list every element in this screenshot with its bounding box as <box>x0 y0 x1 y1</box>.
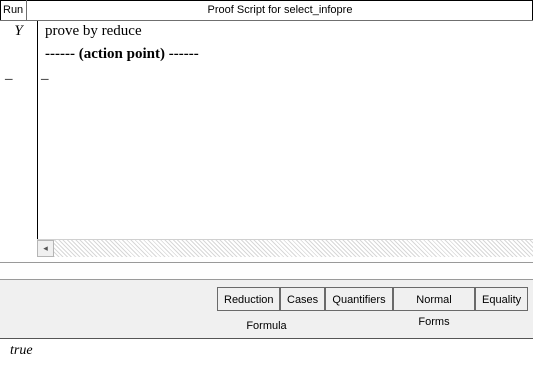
run-mark-pending[interactable]: – <box>0 71 42 88</box>
formula-label: Formula <box>246 320 287 332</box>
formula-display[interactable] <box>0 339 533 383</box>
proof-script-editor[interactable]: prove by reduce ------ (action point) --… <box>38 21 533 239</box>
cases-button[interactable]: Cases <box>280 287 325 311</box>
quantifiers-button[interactable]: Quantifiers <box>325 287 393 311</box>
run-mark-executed[interactable]: Y <box>0 23 37 40</box>
command-input[interactable] <box>0 262 533 280</box>
reduction-button[interactable]: Reduction <box>217 287 280 311</box>
script-line-action-point[interactable]: ------ (action point) ------ <box>45 46 199 63</box>
script-line-cursor[interactable]: – <box>41 71 49 88</box>
script-line-prove[interactable]: prove by reduce <box>45 23 142 40</box>
scrollbar-track[interactable] <box>37 239 533 257</box>
run-column-header: Run <box>0 0 27 21</box>
normal-forms-button[interactable]: Normal Forms <box>393 287 475 328</box>
run-column[interactable]: Y – <box>0 21 37 239</box>
scroll-left-arrow-icon[interactable]: ◂ <box>37 240 54 257</box>
proof-script-title: Proof Script for select_infopre <box>27 0 533 21</box>
equality-button[interactable]: Equality <box>475 287 528 311</box>
formula-value: true <box>10 343 33 358</box>
